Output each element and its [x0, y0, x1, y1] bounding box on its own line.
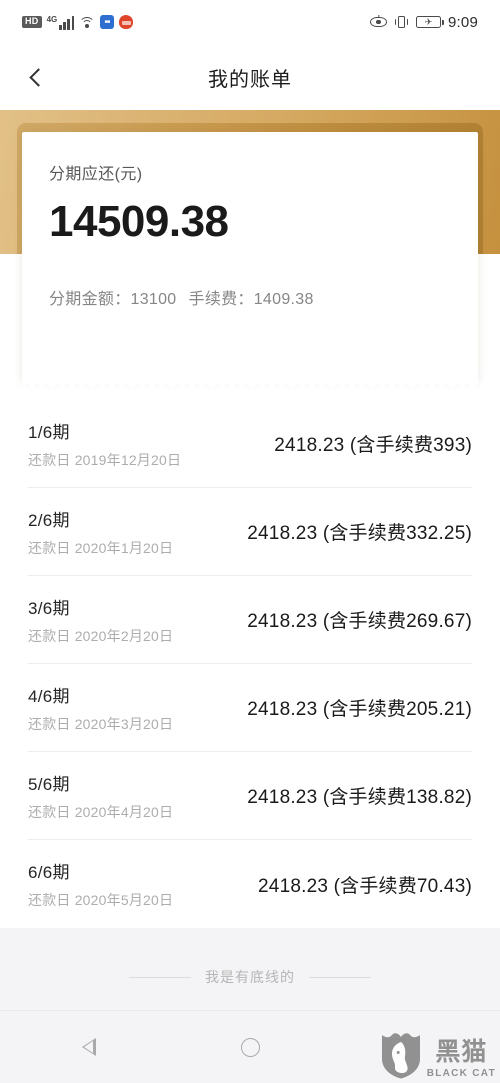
- fee-label: 手续费：: [188, 291, 254, 308]
- summary-card-meta: 分期金额：13100 手续费：1409.38: [49, 285, 451, 309]
- wifi-icon: [79, 16, 96, 29]
- app-blue-icon: ■■: [100, 15, 115, 29]
- signal-4g-icon: 4G: [47, 15, 75, 30]
- summary-card: 分期应还(元) 14509.38 分期金额：13100 手续费：1409.38: [22, 132, 478, 389]
- summary-card-label: 分期应还(元): [49, 166, 143, 183]
- installment-due-date: 还款日 2020年2月20日: [28, 627, 174, 644]
- black-cat-shield-icon: [381, 1033, 420, 1079]
- installment-term: 4/6期: [28, 686, 70, 706]
- installment-term: 2/6期: [28, 510, 70, 530]
- installment-list: 1/6期还款日 2019年12月20日 2418.23 (含手续费393) 2/6期…: [0, 400, 500, 928]
- phone-screen: HD 4G ■■ ✈ 9:09 我的账单 分期应还(元) 14509.38 分期…: [0, 0, 500, 1083]
- nav-home-button[interactable]: [228, 1025, 272, 1069]
- nav-home-circle-icon: [240, 1037, 260, 1057]
- status-bar-right-icons: ✈ 9:09: [370, 14, 478, 31]
- installment-term: 5/6期: [28, 774, 70, 794]
- installment-amount: 2418.23 (含手续费70.43): [258, 875, 472, 897]
- installment-row[interactable]: 2/6期还款日 2020年1月20日 2418.23 (含手续费332.25): [28, 488, 472, 576]
- chevron-left-icon: [28, 67, 48, 87]
- installment-amount: 2418.23 (含手续费138.82): [247, 787, 472, 808]
- hd-badge-icon: HD: [22, 16, 42, 28]
- installment-row-left: 2/6期还款日 2020年1月20日: [28, 506, 173, 558]
- list-end-text: 我是有底线的: [205, 969, 295, 985]
- app-header: 我的账单: [0, 44, 500, 110]
- installment-term: 3/6期: [28, 598, 70, 618]
- nav-back-triangle-icon: [81, 1037, 110, 1057]
- installment-row-left: 5/6期还款日 2020年4月20日: [28, 770, 173, 822]
- installment-row[interactable]: 6/6期还款日 2020年5月20日 2418.23 (含手续费70.43): [28, 840, 472, 928]
- divider-right: [309, 976, 371, 978]
- page-title: 我的账单: [208, 68, 292, 91]
- installment-due-date: 还款日 2020年3月20日: [28, 715, 174, 732]
- watermark: 黑猫 BLACK CAT: [380, 1031, 496, 1079]
- installment-amount: 2418.23 (含手续费269.67): [247, 611, 472, 632]
- vibrate-icon: [394, 15, 409, 30]
- receipt-zigzag-edge: [22, 379, 478, 389]
- app-red-icon: [119, 15, 134, 29]
- installment-term: 1/6期: [28, 422, 70, 442]
- installment-due-date: 还款日 2020年5月20日: [28, 892, 174, 908]
- summary-card-amount: 14509.38: [49, 197, 229, 246]
- installment-row[interactable]: 5/6期还款日 2020年4月20日 2418.23 (含手续费138.82): [28, 752, 472, 840]
- android-navigation-bar: 黑猫 BLACK CAT: [0, 1010, 500, 1083]
- installment-term: 6/6期: [28, 863, 70, 882]
- status-bar-left-icons: HD 4G ■■: [22, 15, 134, 30]
- divider-left: [129, 976, 191, 978]
- installment-row-left: 3/6期还款日 2020年2月20日: [28, 594, 173, 646]
- installment-due-date: 还款日 2020年1月20日: [28, 539, 174, 556]
- status-bar-clock: 9:09: [448, 13, 478, 31]
- installment-row-left: 6/6期还款日 2020年5月20日: [28, 858, 173, 910]
- watermark-cn: 黑猫: [435, 1038, 488, 1066]
- battery-charging-icon: ✈: [416, 16, 444, 28]
- eye-care-icon: [370, 15, 387, 28]
- installment-due-date: 还款日 2019年12月20日: [28, 451, 182, 468]
- signal-bars-icon: [59, 15, 75, 30]
- installment-row[interactable]: 1/6期还款日 2019年12月20日 2418.23 (含手续费393): [28, 400, 472, 488]
- watermark-en: BLACK CAT: [426, 1068, 496, 1079]
- installment-row[interactable]: 3/6期还款日 2020年2月20日 2418.23 (含手续费269.67): [28, 576, 472, 664]
- fee-value: 1409.38: [253, 291, 314, 308]
- summary-hero: 分期应还(元) 14509.38 分期金额：13100 手续费：1409.38: [0, 110, 500, 400]
- installment-amount: 2418.23 (含手续费332.25): [247, 523, 472, 544]
- installment-due-date: 还款日 2020年4月20日: [28, 803, 174, 820]
- principal-label: 分期金额：: [49, 291, 131, 308]
- installment-row-left: 1/6期还款日 2019年12月20日: [28, 418, 181, 470]
- watermark-text: 黑猫 BLACK CAT: [426, 1038, 496, 1080]
- back-button[interactable]: [14, 55, 58, 99]
- installment-amount: 2418.23 (含手续费205.21): [247, 699, 472, 720]
- principal-value: 13100: [130, 291, 177, 308]
- installment-row-left: 4/6期还款日 2020年3月20日: [28, 682, 173, 734]
- nav-back-button[interactable]: [80, 1025, 124, 1069]
- installment-amount: 2418.23 (含手续费393): [274, 435, 472, 456]
- installment-row[interactable]: 4/6期还款日 2020年3月20日 2418.23 (含手续费205.21): [28, 664, 472, 752]
- status-bar: HD 4G ■■ ✈ 9:09: [0, 0, 500, 44]
